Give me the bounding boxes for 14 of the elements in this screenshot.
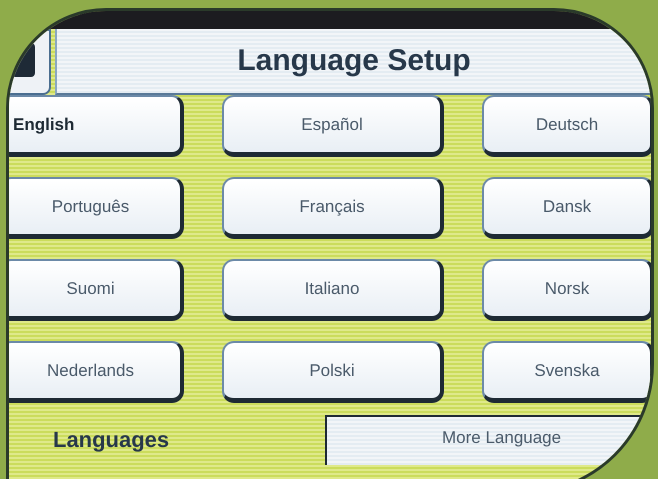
screen-title: Language Setup (55, 29, 651, 95)
language-button[interactable]: Norsk (482, 259, 651, 321)
tab[interactable]: Languages (9, 415, 325, 465)
language-button[interactable]: Português (9, 177, 184, 239)
language-button[interactable]: Svenska (482, 341, 651, 403)
language-button[interactable]: Italiano (222, 259, 444, 321)
language-button[interactable]: Dansk (482, 177, 651, 239)
language-button[interactable]: Polski (222, 341, 444, 403)
language-button[interactable]: Suomi (9, 259, 184, 321)
language-button[interactable]: Español (222, 95, 444, 157)
language-button[interactable]: English (9, 95, 184, 157)
language-button[interactable]: Nederlands (9, 341, 184, 403)
language-button[interactable]: Français (222, 177, 444, 239)
language-button[interactable]: Deutsch (482, 95, 651, 157)
